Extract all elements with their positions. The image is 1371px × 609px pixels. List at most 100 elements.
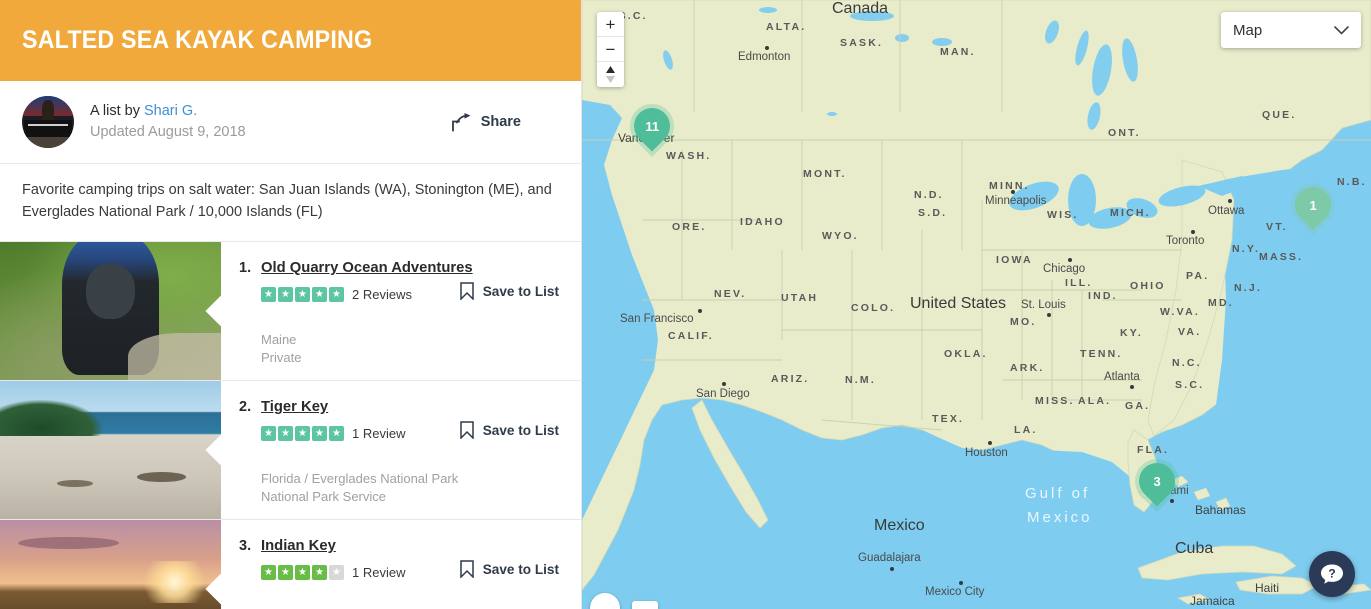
- list-item-body: 3.Indian Key★★★★★1 ReviewSave to ListFlo…: [221, 520, 581, 609]
- star-rating: ★ ★ ★ ★ ★: [261, 426, 344, 442]
- rating-star: ★: [329, 426, 344, 442]
- list-item-meta: Maine Private: [239, 331, 559, 366]
- list-description: Favorite camping trips on salt water: Sa…: [0, 164, 581, 243]
- list-item-thumbnail[interactable]: [0, 381, 221, 520]
- compass-icon: [606, 66, 615, 83]
- author-bar: A list by Shari G. Updated August 9, 201…: [0, 81, 581, 164]
- author-byline: A list by Shari G.: [90, 101, 246, 122]
- map-panel[interactable]: + − Map Canada United States Mexico Cuba B.C…: [582, 0, 1371, 609]
- save-to-list-button[interactable]: Save to List: [459, 421, 559, 440]
- thumb-sun: [137, 561, 213, 603]
- list-item-manager: Private: [261, 349, 302, 365]
- zoom-in-label: +: [605, 14, 616, 34]
- list-item-title[interactable]: Indian Key: [261, 538, 336, 554]
- zoom-out-label: −: [605, 39, 616, 59]
- map-canvas: [582, 0, 1371, 609]
- list-item-manager: National Park Service: [261, 488, 386, 504]
- rating-star: ★: [295, 426, 310, 442]
- author-prefix: A list by: [90, 102, 144, 119]
- star-rating: ★ ★ ★ ★ ★: [261, 287, 344, 303]
- list-item-location: Florida / Everglades National Park: [261, 470, 459, 486]
- map-marker[interactable]: 1: [1287, 179, 1339, 231]
- thumb-trees: [0, 400, 102, 437]
- map-marker-pin: 3: [1131, 455, 1183, 507]
- rating-star: ★: [278, 426, 293, 442]
- list-header-banner: SALTED SEA KAYAK CAMPING: [0, 0, 581, 81]
- bookmark-icon: [459, 560, 474, 579]
- svg-text:?: ?: [1328, 567, 1335, 581]
- author-link[interactable]: Shari G.: [144, 103, 197, 119]
- rating-star: ★: [329, 287, 344, 303]
- list-item[interactable]: 1. Old Quarry Ocean Adventures ★ ★ ★ ★ ★ 2 Revi…: [0, 242, 581, 382]
- rating-star: ★: [329, 565, 344, 581]
- review-count: 2 Reviews: [352, 287, 412, 303]
- save-to-list-label: Save to List: [482, 422, 559, 438]
- avatar-sign: [24, 119, 72, 138]
- save-to-list-label: Save to List: [482, 283, 559, 299]
- chevron-down-icon: [1334, 25, 1349, 35]
- map-marker-pin: 11: [626, 100, 678, 152]
- map-fullscreen-button[interactable]: [632, 601, 658, 609]
- map-marker[interactable]: 11: [626, 100, 678, 152]
- rating-star: ★: [295, 565, 310, 581]
- save-to-list-label: Save to List: [482, 561, 559, 577]
- list-item-index: 3.: [239, 538, 252, 555]
- thumb-debris: [57, 480, 93, 488]
- list-item-body: 2. Tiger Key ★ ★ ★ ★ ★ 1 Review Save to List Flor…: [221, 381, 581, 519]
- share-label: Share: [480, 114, 521, 130]
- updated-date: Updated August 9, 2018: [90, 124, 246, 140]
- save-to-list-button[interactable]: Save to List: [459, 560, 559, 579]
- help-icon: ?: [1321, 564, 1343, 584]
- map-type-select[interactable]: Map: [1221, 12, 1361, 48]
- compass-button[interactable]: [597, 62, 624, 87]
- rating-star: ★: [278, 565, 293, 581]
- map-type-label: Map: [1233, 21, 1263, 39]
- thumb-debris: [137, 472, 186, 482]
- list-item[interactable]: 3.Indian Key★★★★★1 ReviewSave to ListFlo…: [0, 520, 581, 609]
- thumbnail-notch: [205, 295, 221, 327]
- map-marker-pin: 1: [1287, 179, 1339, 231]
- star-rating: ★ ★ ★ ★ ★: [261, 565, 344, 581]
- bookmark-icon: [459, 421, 474, 440]
- thumb-ground: [128, 333, 221, 381]
- list-detail-page: SALTED SEA KAYAK CAMPING A list by Shari…: [0, 0, 1371, 609]
- list-item-thumbnail[interactable]: [0, 520, 221, 609]
- zoom-out-button[interactable]: −: [597, 37, 624, 62]
- list-items-container: 1. Old Quarry Ocean Adventures ★ ★ ★ ★ ★ 2 Revi…: [0, 242, 581, 609]
- map-marker-count: 3: [1153, 473, 1161, 489]
- rating-star: ★: [312, 565, 327, 581]
- list-item-title[interactable]: Old Quarry Ocean Adventures: [261, 260, 473, 276]
- list-item-title[interactable]: Tiger Key: [261, 399, 328, 415]
- list-item-index: 1.: [239, 260, 252, 277]
- map-marker-count: 11: [645, 118, 659, 134]
- map-marker[interactable]: 3: [1131, 455, 1183, 507]
- review-count: 1 Review: [352, 426, 406, 442]
- author-text: A list by Shari G. Updated August 9, 201…: [90, 101, 246, 143]
- bookmark-icon: [459, 282, 474, 301]
- avatar[interactable]: [22, 96, 74, 148]
- list-item-thumbnail[interactable]: [0, 242, 221, 381]
- page-title: SALTED SEA KAYAK CAMPING: [22, 26, 373, 54]
- review-count: 1 Review: [352, 565, 406, 581]
- save-to-list-button[interactable]: Save to List: [459, 282, 559, 301]
- rating-star: ★: [295, 287, 310, 303]
- zoom-in-button[interactable]: +: [597, 12, 624, 37]
- rating-star: ★: [261, 565, 276, 581]
- rating-star: ★: [261, 426, 276, 442]
- list-panel: SALTED SEA KAYAK CAMPING A list by Shari…: [0, 0, 582, 609]
- list-item-meta: Florida / Everglades National Park Nation…: [239, 470, 559, 505]
- avatar-ground: [22, 136, 74, 148]
- list-item[interactable]: 2. Tiger Key ★ ★ ★ ★ ★ 1 Review Save to List Flor…: [0, 381, 581, 521]
- list-item-index: 2.: [239, 399, 252, 416]
- list-item-body: 1. Old Quarry Ocean Adventures ★ ★ ★ ★ ★ 2 Revi…: [221, 242, 581, 380]
- rating-star: ★: [261, 287, 276, 303]
- rating-star: ★: [278, 287, 293, 303]
- thumb-cloud: [17, 536, 120, 550]
- map-marker-count: 1: [1309, 197, 1317, 213]
- thumb-subject-detail: [86, 264, 135, 320]
- thumbnail-notch: [205, 434, 221, 466]
- share-button[interactable]: Share: [451, 112, 559, 132]
- help-button[interactable]: ?: [1309, 551, 1355, 597]
- share-icon: [451, 112, 471, 131]
- map-zoom-controls: + −: [597, 12, 624, 87]
